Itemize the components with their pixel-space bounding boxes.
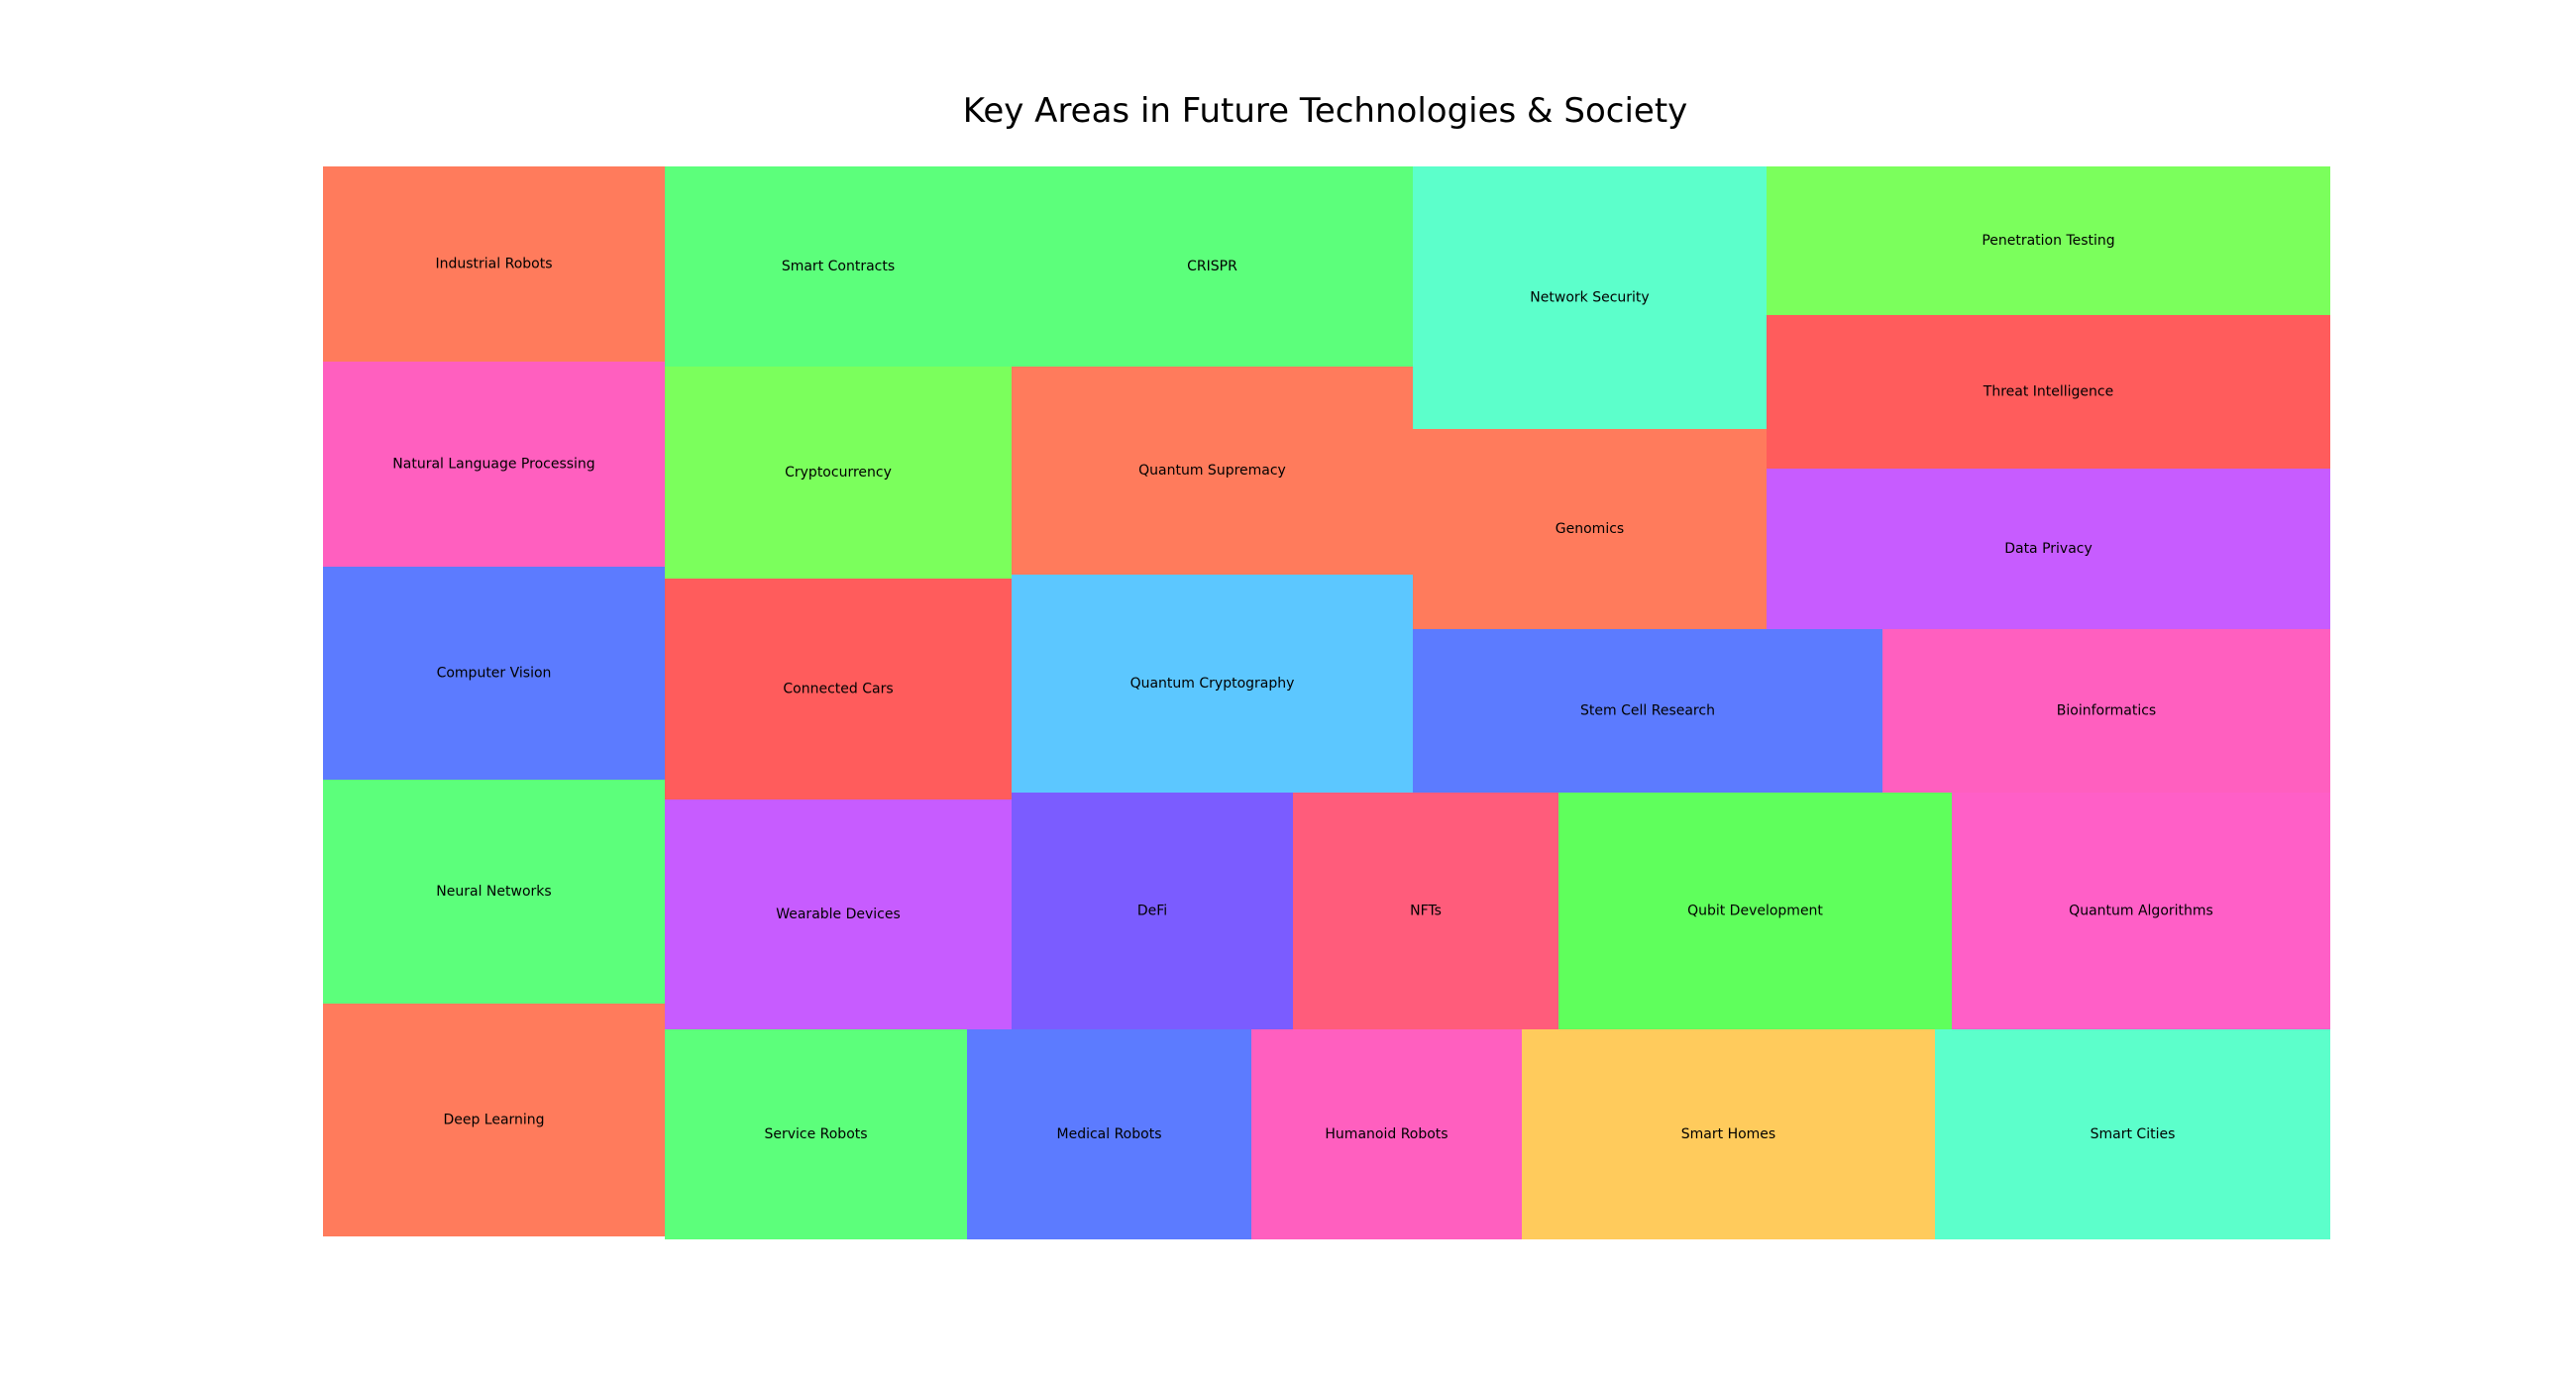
treemap-tile-quantum-algorithms: Quantum Algorithms — [1952, 793, 2330, 1029]
treemap-tile-bioinformatics: Bioinformatics — [1882, 629, 2330, 793]
treemap-tile-network-security: Network Security — [1413, 166, 1767, 429]
treemap-label-penetration-testing: Penetration Testing — [1982, 233, 2114, 249]
treemap-tile-qubit-development: Qubit Development — [1558, 793, 1952, 1029]
treemap-label-neural-networks: Neural Networks — [436, 884, 551, 900]
treemap-tile-data-privacy: Data Privacy — [1767, 469, 2330, 629]
treemap-label-qubit-development: Qubit Development — [1687, 904, 1823, 919]
treemap-tile-natural-language-processing: Natural Language Processing — [323, 362, 665, 567]
treemap-chart: Industrial Robots Natural Language Proces… — [323, 166, 2330, 1239]
treemap-label-medical-robots: Medical Robots — [1057, 1126, 1162, 1142]
treemap-label-industrial-robots: Industrial Robots — [435, 257, 552, 272]
treemap-tile-wearable-devices: Wearable Devices — [665, 800, 1012, 1029]
treemap-label-connected-cars: Connected Cars — [783, 682, 893, 697]
treemap-label-quantum-supremacy: Quantum Supremacy — [1138, 463, 1286, 479]
treemap-label-data-privacy: Data Privacy — [2004, 541, 2093, 557]
treemap-label-quantum-cryptography: Quantum Cryptography — [1130, 676, 1295, 692]
treemap-label-crispr: CRISPR — [1187, 259, 1237, 274]
treemap-label-computer-vision: Computer Vision — [437, 666, 552, 682]
treemap-label-network-security: Network Security — [1530, 290, 1649, 306]
treemap-label-smart-homes: Smart Homes — [1681, 1126, 1775, 1142]
treemap-label-humanoid-robots: Humanoid Robots — [1325, 1126, 1448, 1142]
treemap-label-defi: DeFi — [1137, 904, 1167, 919]
treemap-tile-humanoid-robots: Humanoid Robots — [1251, 1029, 1522, 1239]
treemap-tile-deep-learning: Deep Learning — [323, 1004, 665, 1236]
treemap-label-bioinformatics: Bioinformatics — [2057, 703, 2156, 719]
treemap-label-stem-cell-research: Stem Cell Research — [1580, 703, 1715, 719]
treemap-tile-smart-contracts: Smart Contracts — [665, 166, 1012, 367]
treemap-label-deep-learning: Deep Learning — [443, 1113, 544, 1128]
treemap-label-genomics: Genomics — [1556, 521, 1624, 537]
treemap-tile-smart-cities: Smart Cities — [1935, 1029, 2330, 1239]
treemap-tile-penetration-testing: Penetration Testing — [1767, 166, 2330, 315]
treemap-label-smart-cities: Smart Cities — [2091, 1126, 2176, 1142]
treemap-tile-medical-robots: Medical Robots — [967, 1029, 1251, 1239]
treemap-tile-defi: DeFi — [1012, 793, 1293, 1029]
treemap-tile-smart-homes: Smart Homes — [1522, 1029, 1935, 1239]
treemap-tile-nfts: NFTs — [1293, 793, 1558, 1029]
treemap-tile-threat-intelligence: Threat Intelligence — [1767, 315, 2330, 469]
treemap-tile-quantum-cryptography: Quantum Cryptography — [1012, 575, 1413, 793]
treemap-label-service-robots: Service Robots — [764, 1126, 867, 1142]
treemap-label-wearable-devices: Wearable Devices — [776, 907, 901, 922]
treemap-label-quantum-algorithms: Quantum Algorithms — [2069, 904, 2213, 919]
treemap-tile-service-robots: Service Robots — [665, 1029, 967, 1239]
treemap-label-threat-intelligence: Threat Intelligence — [1983, 384, 2113, 400]
treemap-tile-connected-cars: Connected Cars — [665, 579, 1012, 800]
treemap-tile-stem-cell-research: Stem Cell Research — [1413, 629, 1882, 793]
treemap-tile-crispr: CRISPR — [1012, 166, 1413, 367]
treemap-label-nfts: NFTs — [1410, 904, 1442, 919]
treemap-tile-industrial-robots: Industrial Robots — [323, 166, 665, 362]
treemap-tile-neural-networks: Neural Networks — [323, 780, 665, 1004]
treemap-tile-computer-vision: Computer Vision — [323, 567, 665, 780]
treemap-tile-cryptocurrency: Cryptocurrency — [665, 367, 1012, 579]
treemap-label-smart-contracts: Smart Contracts — [782, 259, 895, 274]
treemap-tile-quantum-supremacy: Quantum Supremacy — [1012, 367, 1413, 575]
treemap-label-natural-language-processing: Natural Language Processing — [392, 457, 594, 473]
treemap-tile-genomics: Genomics — [1413, 429, 1767, 629]
treemap-label-cryptocurrency: Cryptocurrency — [785, 465, 892, 480]
